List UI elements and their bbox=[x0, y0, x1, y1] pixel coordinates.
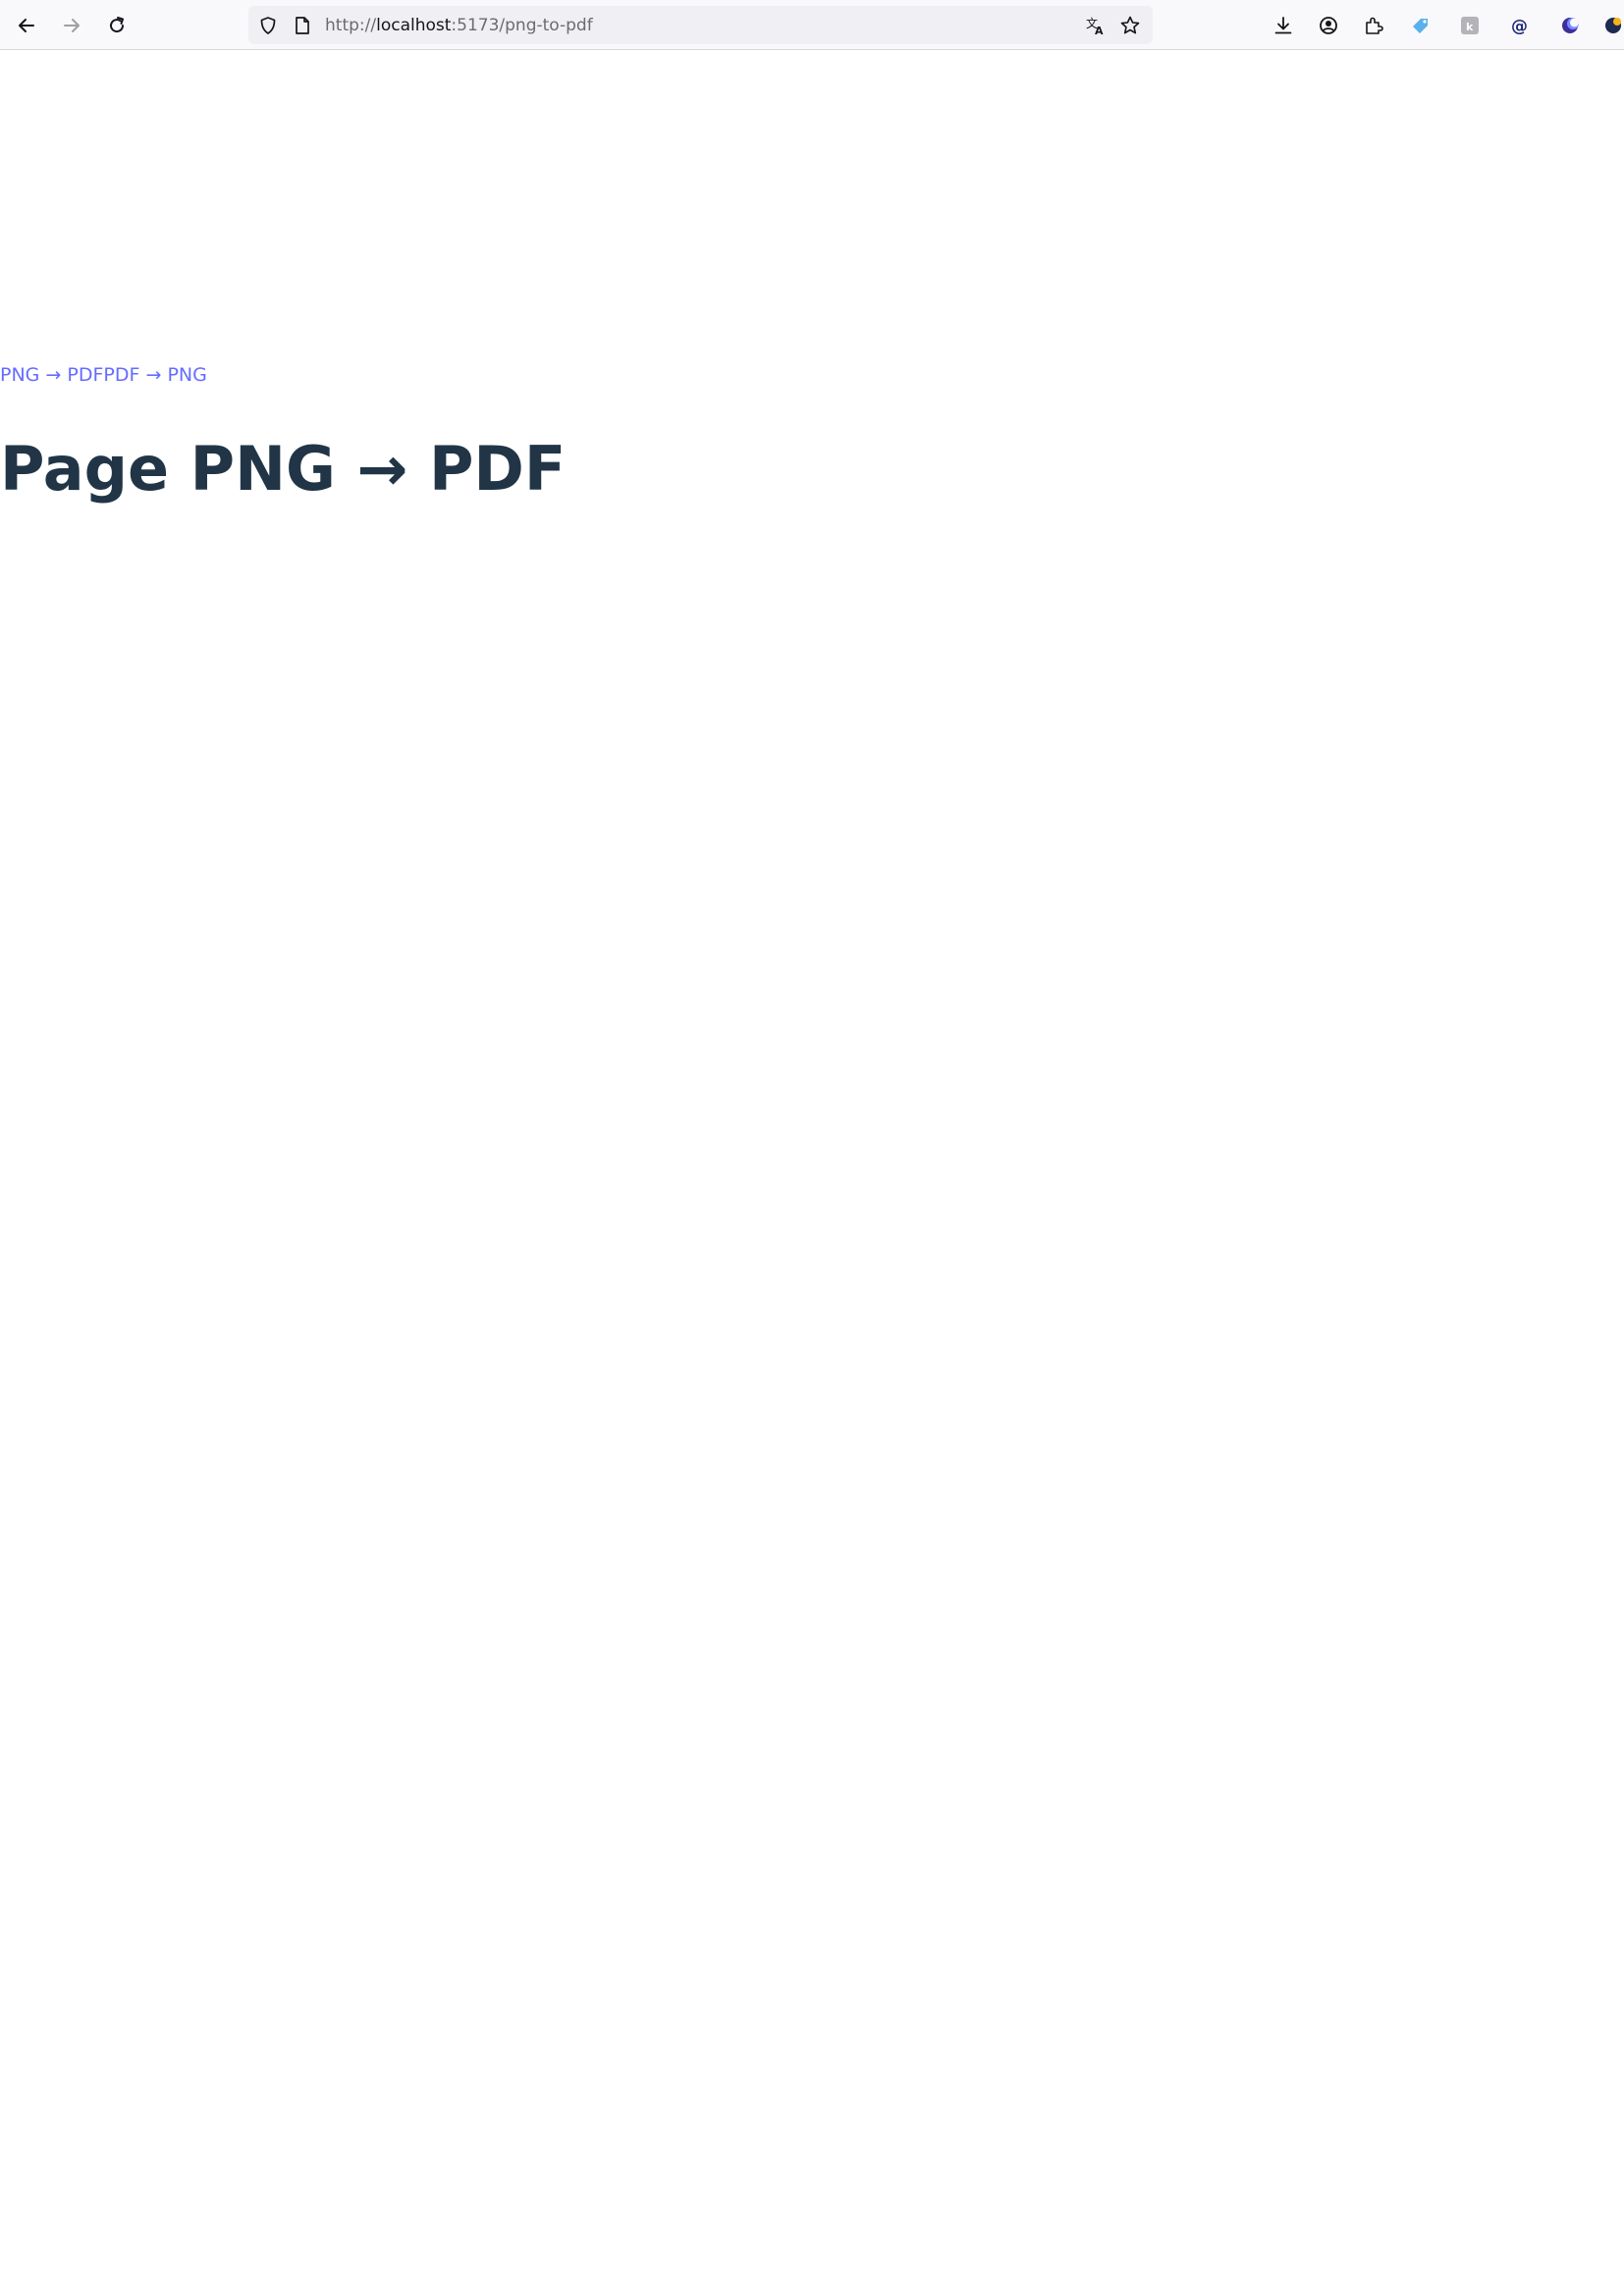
extension-partial-button[interactable] bbox=[1602, 9, 1624, 42]
account-button[interactable] bbox=[1312, 9, 1345, 42]
extension-tag-button[interactable] bbox=[1404, 9, 1437, 42]
url-host: localhost bbox=[376, 16, 452, 35]
address-bar[interactable]: http://localhost:5173/png-to-pdf 文 A bbox=[248, 6, 1153, 44]
page-title: Page PNG → PDF bbox=[0, 433, 567, 505]
nav-links: PNG → PDFPDF → PNG bbox=[0, 363, 207, 387]
reload-icon bbox=[110, 17, 125, 33]
url-scheme: http:// bbox=[325, 16, 377, 35]
translate-icon[interactable]: 文 A bbox=[1085, 15, 1107, 36]
svg-text:@: @ bbox=[1511, 17, 1528, 36]
url-text[interactable]: http://localhost:5173/png-to-pdf bbox=[325, 16, 593, 35]
browser-toolbar: http://localhost:5173/png-to-pdf 文 A k @ bbox=[0, 0, 1624, 50]
partial-logo-icon bbox=[1605, 18, 1621, 33]
forward-button[interactable] bbox=[55, 9, 88, 42]
extension-moon-button[interactable] bbox=[1553, 9, 1587, 42]
bookmark-star-icon[interactable] bbox=[1119, 15, 1141, 36]
tag-icon bbox=[1413, 19, 1428, 33]
downloads-button[interactable] bbox=[1267, 9, 1300, 42]
page-info-icon[interactable] bbox=[294, 16, 311, 35]
download-icon bbox=[1274, 17, 1292, 34]
at-sign-icon: @ bbox=[1511, 17, 1528, 36]
svg-text:A: A bbox=[1095, 25, 1104, 36]
extension-gray-button[interactable]: k bbox=[1453, 9, 1487, 42]
extension-at-button[interactable]: @ bbox=[1503, 9, 1537, 42]
url-path: :5173/png-to-pdf bbox=[451, 16, 593, 35]
shield-icon[interactable] bbox=[258, 16, 278, 35]
arrow-left-icon bbox=[19, 19, 34, 32]
puzzle-icon bbox=[1366, 17, 1383, 34]
extensions-button[interactable] bbox=[1357, 9, 1390, 42]
svg-text:k: k bbox=[1466, 21, 1474, 33]
reload-button[interactable] bbox=[100, 9, 134, 42]
nav-link-pdf-to-png[interactable]: PDF → PNG bbox=[103, 364, 206, 386]
moon-logo-icon bbox=[1562, 18, 1579, 33]
account-icon bbox=[1320, 17, 1337, 34]
extension-k-icon: k bbox=[1461, 17, 1479, 34]
nav-link-png-to-pdf[interactable]: PNG → PDF bbox=[0, 364, 103, 386]
back-button[interactable] bbox=[10, 9, 43, 42]
arrow-right-icon bbox=[64, 19, 80, 32]
